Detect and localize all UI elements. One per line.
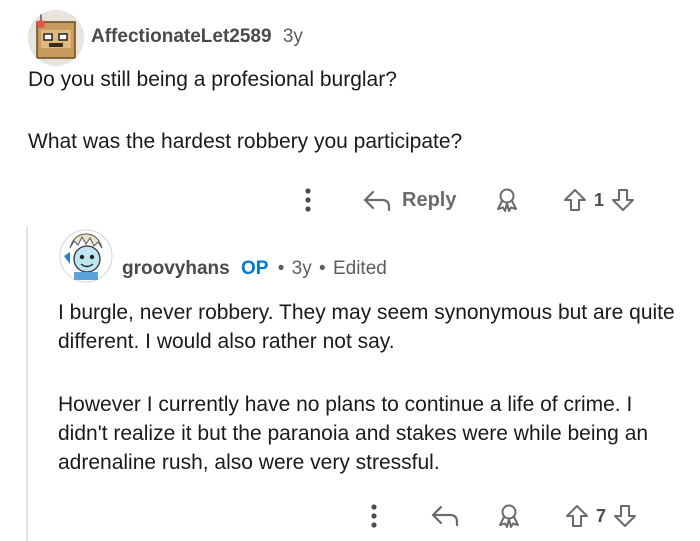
avatar-icon [59, 229, 113, 283]
avatar[interactable] [58, 228, 114, 284]
award-icon [497, 188, 517, 212]
vote-count: 1 [594, 189, 605, 210]
vote-controls: 7 [564, 502, 638, 530]
comment-body-paragraph: What was the hardest robbery you partici… [28, 130, 463, 153]
reply-button[interactable]: Reply [362, 186, 456, 214]
thread-line[interactable] [26, 226, 28, 541]
op-badge: OP [240, 258, 269, 279]
reply-arrow-icon [431, 505, 459, 527]
comment-age: 3y [291, 258, 312, 279]
award-button[interactable] [494, 187, 520, 213]
comment-body-paragraph: Do you still being a profesional burglar… [28, 68, 397, 91]
reply-label: Reply [402, 188, 457, 211]
reply-button[interactable] [430, 503, 460, 529]
username[interactable]: groovyhans [122, 258, 230, 279]
upvote-icon[interactable] [564, 503, 590, 529]
more-icon [305, 188, 311, 212]
vote-count: 7 [596, 505, 607, 526]
more-icon [371, 504, 377, 528]
more-options-button[interactable] [298, 184, 318, 216]
downvote-icon[interactable] [612, 503, 638, 529]
avatar-icon [36, 14, 76, 59]
vote-controls: 1 [562, 186, 636, 214]
comment-age: 3y [282, 26, 303, 47]
more-options-button[interactable] [364, 500, 384, 532]
avatar[interactable] [28, 10, 84, 66]
comment-body-paragraph: However I currently have no plans to con… [58, 393, 649, 474]
comment-body-paragraph: I burgle, never robbery. They may seem s… [58, 301, 675, 353]
separator: • [319, 258, 326, 279]
separator: • [277, 258, 285, 279]
award-button[interactable] [496, 503, 522, 529]
edited-label: Edited [332, 258, 387, 279]
upvote-icon[interactable] [562, 187, 588, 213]
username[interactable]: AffectionateLet2589 [91, 26, 272, 47]
reply-arrow-icon [363, 190, 391, 212]
downvote-icon[interactable] [610, 187, 636, 213]
award-icon [499, 504, 519, 528]
